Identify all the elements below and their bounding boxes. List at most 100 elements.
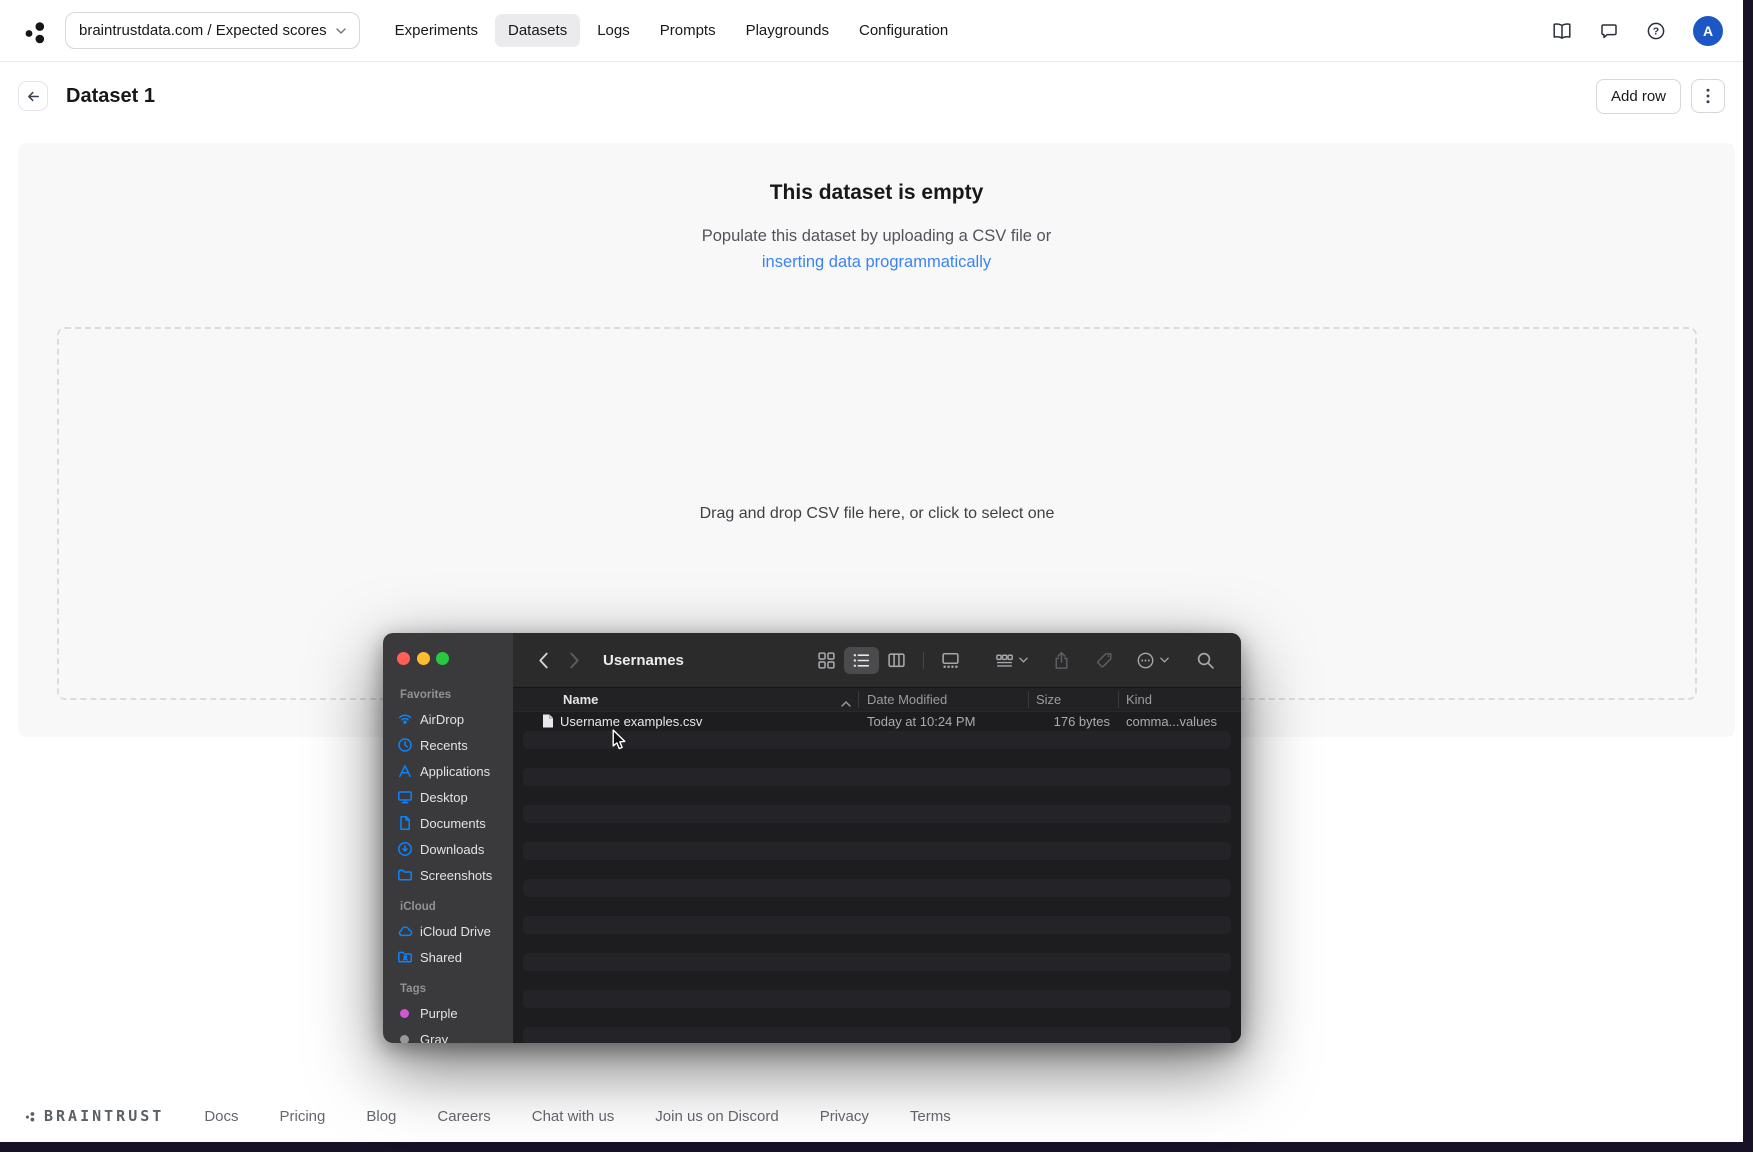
- column-header-kind[interactable]: Kind: [1118, 692, 1241, 707]
- footer-link-docs[interactable]: Docs: [204, 1108, 238, 1125]
- finder-window-title: Usernames: [603, 652, 684, 669]
- sidebar-item-applications[interactable]: Applications: [397, 758, 513, 784]
- sidebar-section-label: Tags: [400, 983, 513, 995]
- column-view-button[interactable]: [879, 647, 914, 674]
- airdrop-icon: [397, 711, 413, 727]
- footer-link-privacy[interactable]: Privacy: [820, 1108, 869, 1125]
- forward-chevron-icon[interactable]: [569, 652, 580, 669]
- column-separator[interactable]: [1118, 691, 1119, 708]
- sidebar-item-label: Gray: [420, 1032, 448, 1044]
- nav-right-cluster: ? A: [1552, 16, 1723, 46]
- sidebar-item-purple[interactable]: Purple: [397, 1000, 513, 1026]
- file-row[interactable]: Username examples.csvToday at 10:24 PM17…: [513, 712, 1241, 731]
- tags-icon[interactable]: [1095, 651, 1114, 670]
- gallery-view-button[interactable]: [933, 647, 968, 674]
- more-circle-icon: [1136, 651, 1155, 670]
- column-header-size[interactable]: Size: [1028, 692, 1118, 707]
- nav-item-datasets[interactable]: Datasets: [495, 14, 580, 47]
- feedback-chat-icon[interactable]: [1599, 21, 1619, 41]
- share-icon[interactable]: [1052, 651, 1071, 670]
- sidebar-item-desktop[interactable]: Desktop: [397, 784, 513, 810]
- help-icon[interactable]: ?: [1646, 21, 1666, 41]
- document-icon: [397, 815, 413, 831]
- insert-data-link[interactable]: inserting data programmatically: [762, 253, 991, 271]
- icon-view-button[interactable]: [809, 647, 844, 674]
- svg-text:?: ?: [1653, 25, 1659, 37]
- braintrust-footer-logo-icon: [24, 1110, 37, 1123]
- sidebar-item-airdrop[interactable]: AirDrop: [397, 706, 513, 732]
- list-view-button[interactable]: [844, 647, 879, 674]
- nav-item-configuration[interactable]: Configuration: [846, 14, 961, 47]
- org-project-breadcrumb[interactable]: braintrustdata.com / Expected scores: [65, 12, 360, 49]
- footer-link-chat-with-us[interactable]: Chat with us: [532, 1108, 615, 1125]
- footer-link-terms[interactable]: Terms: [910, 1108, 951, 1125]
- sidebar-item-label: AirDrop: [420, 712, 464, 727]
- footer-link-pricing[interactable]: Pricing: [280, 1108, 326, 1125]
- page-title: Dataset 1: [66, 85, 155, 108]
- empty-row: [513, 1008, 1241, 1027]
- nav-item-prompts[interactable]: Prompts: [647, 14, 729, 47]
- file-date-modified: Today at 10:24 PM: [858, 714, 1028, 729]
- file-list: Username examples.csvToday at 10:24 PM17…: [513, 712, 1241, 1043]
- sidebar-item-icloud-drive[interactable]: iCloud Drive: [397, 918, 513, 944]
- footer-link-join-us-on-discord[interactable]: Join us on Discord: [655, 1108, 778, 1125]
- empty-row: [523, 842, 1231, 861]
- file-size: 176 bytes: [1028, 714, 1118, 729]
- tag-dot-icon: [400, 1035, 409, 1044]
- breadcrumb-label: braintrustdata.com / Expected scores: [79, 22, 327, 39]
- sidebar-item-label: Downloads: [420, 842, 484, 857]
- sidebar-item-shared[interactable]: Shared: [397, 944, 513, 970]
- applications-icon: [397, 763, 413, 779]
- grid-view-icon: [817, 651, 836, 670]
- docs-book-icon[interactable]: [1552, 21, 1572, 41]
- close-window-button[interactable]: [397, 652, 410, 665]
- empty-row: [523, 953, 1231, 972]
- arrow-left-icon: [26, 89, 41, 104]
- csv-file-icon: [542, 714, 554, 728]
- finder-window[interactable]: FavoritesAirDropRecentsApplicationsDeskt…: [383, 633, 1241, 1043]
- nav-item-logs[interactable]: Logs: [584, 14, 643, 47]
- sidebar-item-gray[interactable]: Gray: [397, 1026, 513, 1043]
- finder-toolbar: Usernames: [513, 633, 1241, 688]
- column-separator[interactable]: [1028, 691, 1029, 708]
- nav-item-experiments[interactable]: Experiments: [382, 14, 491, 47]
- page-header: Dataset 1 Add row: [0, 62, 1743, 130]
- footer-link-careers[interactable]: Careers: [437, 1108, 490, 1125]
- sidebar-section-favorites: FavoritesAirDropRecentsApplicationsDeskt…: [397, 689, 513, 888]
- empty-row: [513, 823, 1241, 842]
- empty-row: [513, 934, 1241, 953]
- download-icon: [397, 841, 413, 857]
- column-header-name[interactable]: Name: [513, 692, 858, 707]
- sidebar-item-label: Recents: [420, 738, 468, 753]
- zoom-window-button[interactable]: [436, 652, 449, 665]
- column-view-icon: [887, 651, 906, 670]
- search-icon[interactable]: [1196, 651, 1215, 670]
- desktop-icon: [397, 789, 413, 805]
- avatar[interactable]: A: [1693, 16, 1723, 46]
- nav-item-playgrounds[interactable]: Playgrounds: [733, 14, 842, 47]
- sidebar-item-screenshots[interactable]: Screenshots: [397, 862, 513, 888]
- back-chevron-icon[interactable]: [538, 652, 549, 669]
- sidebar-item-recents[interactable]: Recents: [397, 732, 513, 758]
- list-view-icon: [852, 651, 871, 670]
- add-row-button[interactable]: Add row: [1596, 79, 1681, 114]
- sidebar-item-documents[interactable]: Documents: [397, 810, 513, 836]
- tag-dot-icon: [400, 1009, 409, 1018]
- more-options-button[interactable]: [1691, 79, 1725, 113]
- toolbar-divider: [923, 652, 924, 669]
- column-separator[interactable]: [858, 691, 859, 708]
- file-kind: comma...values: [1118, 714, 1241, 729]
- sidebar-section-tags: Tags Purple Gray: [397, 983, 513, 1043]
- sidebar-item-label: Documents: [420, 816, 486, 831]
- sidebar-item-downloads[interactable]: Downloads: [397, 836, 513, 862]
- more-actions-control[interactable]: [1136, 651, 1169, 670]
- back-button[interactable]: [18, 81, 48, 111]
- braintrust-logo-icon: [18, 14, 52, 48]
- empty-row: [523, 805, 1231, 824]
- group-by-control[interactable]: [995, 651, 1028, 670]
- column-header-date-modified[interactable]: Date Modified: [858, 692, 1028, 707]
- empty-row: [513, 971, 1241, 990]
- minimize-window-button[interactable]: [417, 652, 430, 665]
- footer-link-blog[interactable]: Blog: [366, 1108, 396, 1125]
- group-by-icon: [995, 651, 1014, 670]
